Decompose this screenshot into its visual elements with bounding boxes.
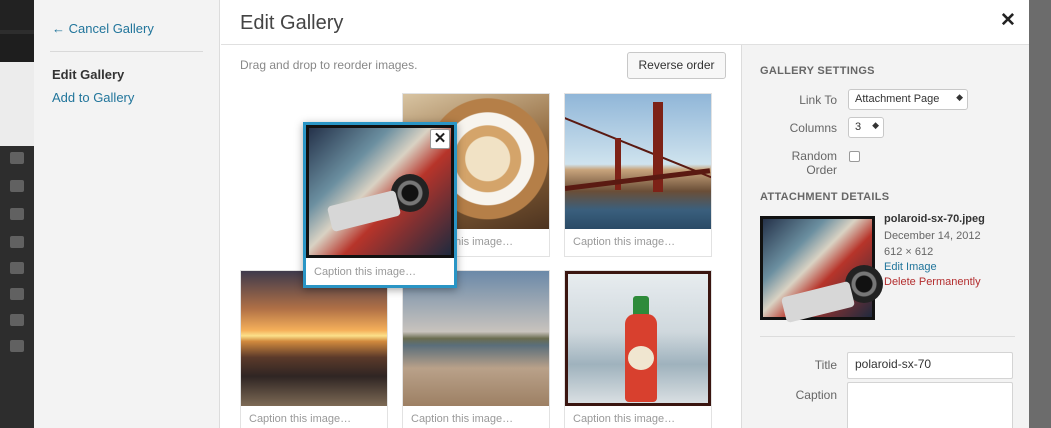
link-to-select[interactable]: Attachment Page ◆ [848,89,968,110]
menu-item-add-to-gallery[interactable]: Add to Gallery [52,90,134,105]
admin-menu-icon [10,236,24,248]
admin-menu-icon [10,262,24,274]
page-scrollbar-background [1029,0,1051,428]
admin-submenu [0,62,34,146]
modal-title: Edit Gallery [240,12,344,34]
attachment-dimensions: 612 × 612 [884,246,934,258]
gallery-item[interactable]: Caption this image… [240,270,388,428]
caption-field[interactable]: Caption this image… [565,406,711,428]
admin-bar [0,0,34,30]
caption-textarea[interactable] [847,382,1013,428]
cancel-gallery-link[interactable]: ← Cancel Gallery [52,21,154,36]
attachment-filename: polaroid-sx-70.jpeg [884,213,985,225]
gallery-settings-heading: GALLERY SETTINGS [760,65,875,77]
reorder-hint: Drag and drop to reorder images. [240,58,418,72]
menu-item-edit-gallery[interactable]: Edit Gallery [52,67,124,82]
attachment-thumbnail [760,216,883,324]
link-to-label: Link To [799,93,837,107]
admin-menu-icon [10,208,24,220]
dragged-gallery-item[interactable]: ✕ Caption this image… [303,122,457,288]
menu-separator [50,51,203,52]
admin-menu-icon [10,288,24,300]
gallery-settings-sidebar: GALLERY SETTINGS Link To Attachment Page… [741,45,1029,428]
sriracha-fridge-image [565,271,711,406]
select-arrows-icon: ◆ [956,92,963,102]
sunset-beach-image [241,271,387,406]
gallery-item[interactable]: Caption this image… [564,93,712,257]
columns-label: Columns [789,121,837,135]
link-to-value: Attachment Page [855,93,940,105]
gallery-item[interactable]: Caption this image… [402,270,550,428]
columns-select[interactable]: 3 ◆ [848,117,884,138]
delete-permanently-link[interactable]: Delete Permanently [884,276,981,288]
remove-image-icon[interactable]: ✕ [430,129,450,149]
columns-value: 3 [855,121,862,133]
caption-field[interactable]: Caption this image… [403,406,549,428]
attachment-details-heading: ATTACHMENT DETAILS [760,191,890,203]
caption-label: Caption [795,388,837,402]
edit-image-link[interactable]: Edit Image [884,261,937,273]
caption-field[interactable]: Caption this image… [241,406,387,428]
details-divider [760,336,1015,337]
media-modal: ← Cancel Gallery Edit Gallery Add to Gal… [34,0,1029,428]
golden-gate-bridge-image [565,94,711,229]
select-arrows-icon: ◆ [872,120,879,130]
caption-field[interactable]: Caption this image… [565,229,711,256]
admin-menu-icon [10,340,24,352]
title-label: Title [814,358,837,372]
admin-menu-icon [10,314,24,326]
random-order-checkbox[interactable] [849,151,860,162]
attachment-date: December 14, 2012 [884,230,981,242]
random-order-label: Random Order [791,149,837,177]
admin-menu-active-item [0,34,34,62]
admin-menu-icon [10,180,24,192]
close-icon[interactable]: ✕ [997,10,1019,32]
coastline-beach-image [403,271,549,406]
admin-menu-background [0,0,34,428]
reverse-order-button[interactable]: Reverse order [627,52,726,79]
title-input[interactable]: polaroid-sx-70 [847,352,1013,379]
caption-field[interactable]: Caption this image… [306,258,454,285]
media-menu: ← Cancel Gallery Edit Gallery Add to Gal… [34,0,220,428]
admin-menu-icon [10,152,24,164]
gallery-item[interactable]: Caption this image… [564,270,712,428]
